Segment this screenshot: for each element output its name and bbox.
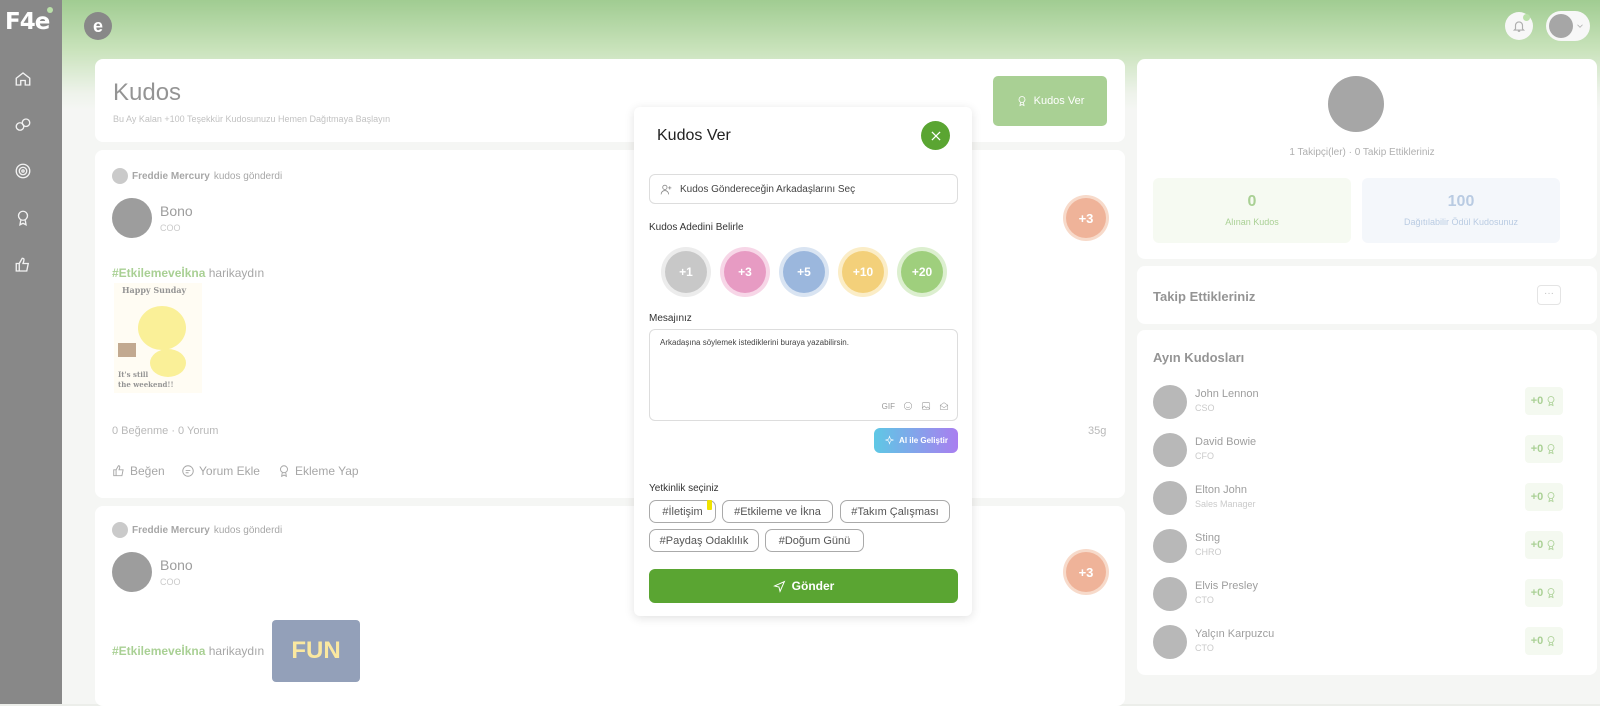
amount-label: Kudos Adedini Belirle [649, 222, 744, 233]
mouse-cursor [707, 500, 712, 510]
modal-title: Kudos Ver [657, 127, 731, 144]
message-placeholder: Arkadaşına söylemek istediklerini buraya… [660, 338, 849, 347]
ai-improve-label: AI ile Geliştir [899, 436, 948, 445]
competency-label: Yetkinlik seçiniz [649, 483, 719, 494]
amount-option-1[interactable]: +1 [665, 251, 707, 293]
gif-button[interactable]: GIF [882, 402, 895, 411]
recipient-select[interactable]: Kudos Göndereceğin Arkadaşlarını Seç [649, 174, 958, 204]
amount-option-20[interactable]: +20 [901, 251, 943, 293]
message-label: Mesajınız [649, 313, 692, 324]
amount-option-3[interactable]: +3 [724, 251, 766, 293]
sparkle-icon [884, 435, 895, 445]
message-textarea[interactable]: Arkadaşına söylemek istediklerini buraya… [649, 329, 958, 421]
kudos-modal: Kudos Ver Kudos Göndereceğin Arkadaşları… [634, 107, 972, 616]
competency-chip[interactable]: # İletişim [649, 500, 716, 523]
send-icon [772, 580, 785, 593]
recipient-placeholder: Kudos Göndereceğin Arkadaşlarını Seç [680, 183, 856, 195]
emoji-icon[interactable] [903, 401, 913, 411]
send-button[interactable]: Gönder [649, 569, 958, 603]
ai-improve-button[interactable]: AI ile Geliştir [874, 428, 958, 453]
template-icon[interactable] [939, 401, 949, 411]
close-icon [930, 130, 941, 141]
competency-chip[interactable]: # Doğum Günü [765, 529, 864, 552]
competency-chip[interactable]: # Paydaş Odaklılık [649, 529, 759, 552]
image-icon[interactable] [921, 401, 931, 411]
amount-option-5[interactable]: +5 [783, 251, 825, 293]
competency-chip[interactable]: # Takım Çalışması [840, 500, 950, 523]
send-label: Gönder [791, 579, 835, 593]
close-button[interactable] [921, 121, 950, 150]
amount-option-10[interactable]: +10 [842, 251, 884, 293]
add-user-icon [660, 184, 672, 194]
competency-chip[interactable]: # Etkileme ve İkna [722, 500, 833, 523]
message-toolbar: GIF [882, 401, 949, 411]
